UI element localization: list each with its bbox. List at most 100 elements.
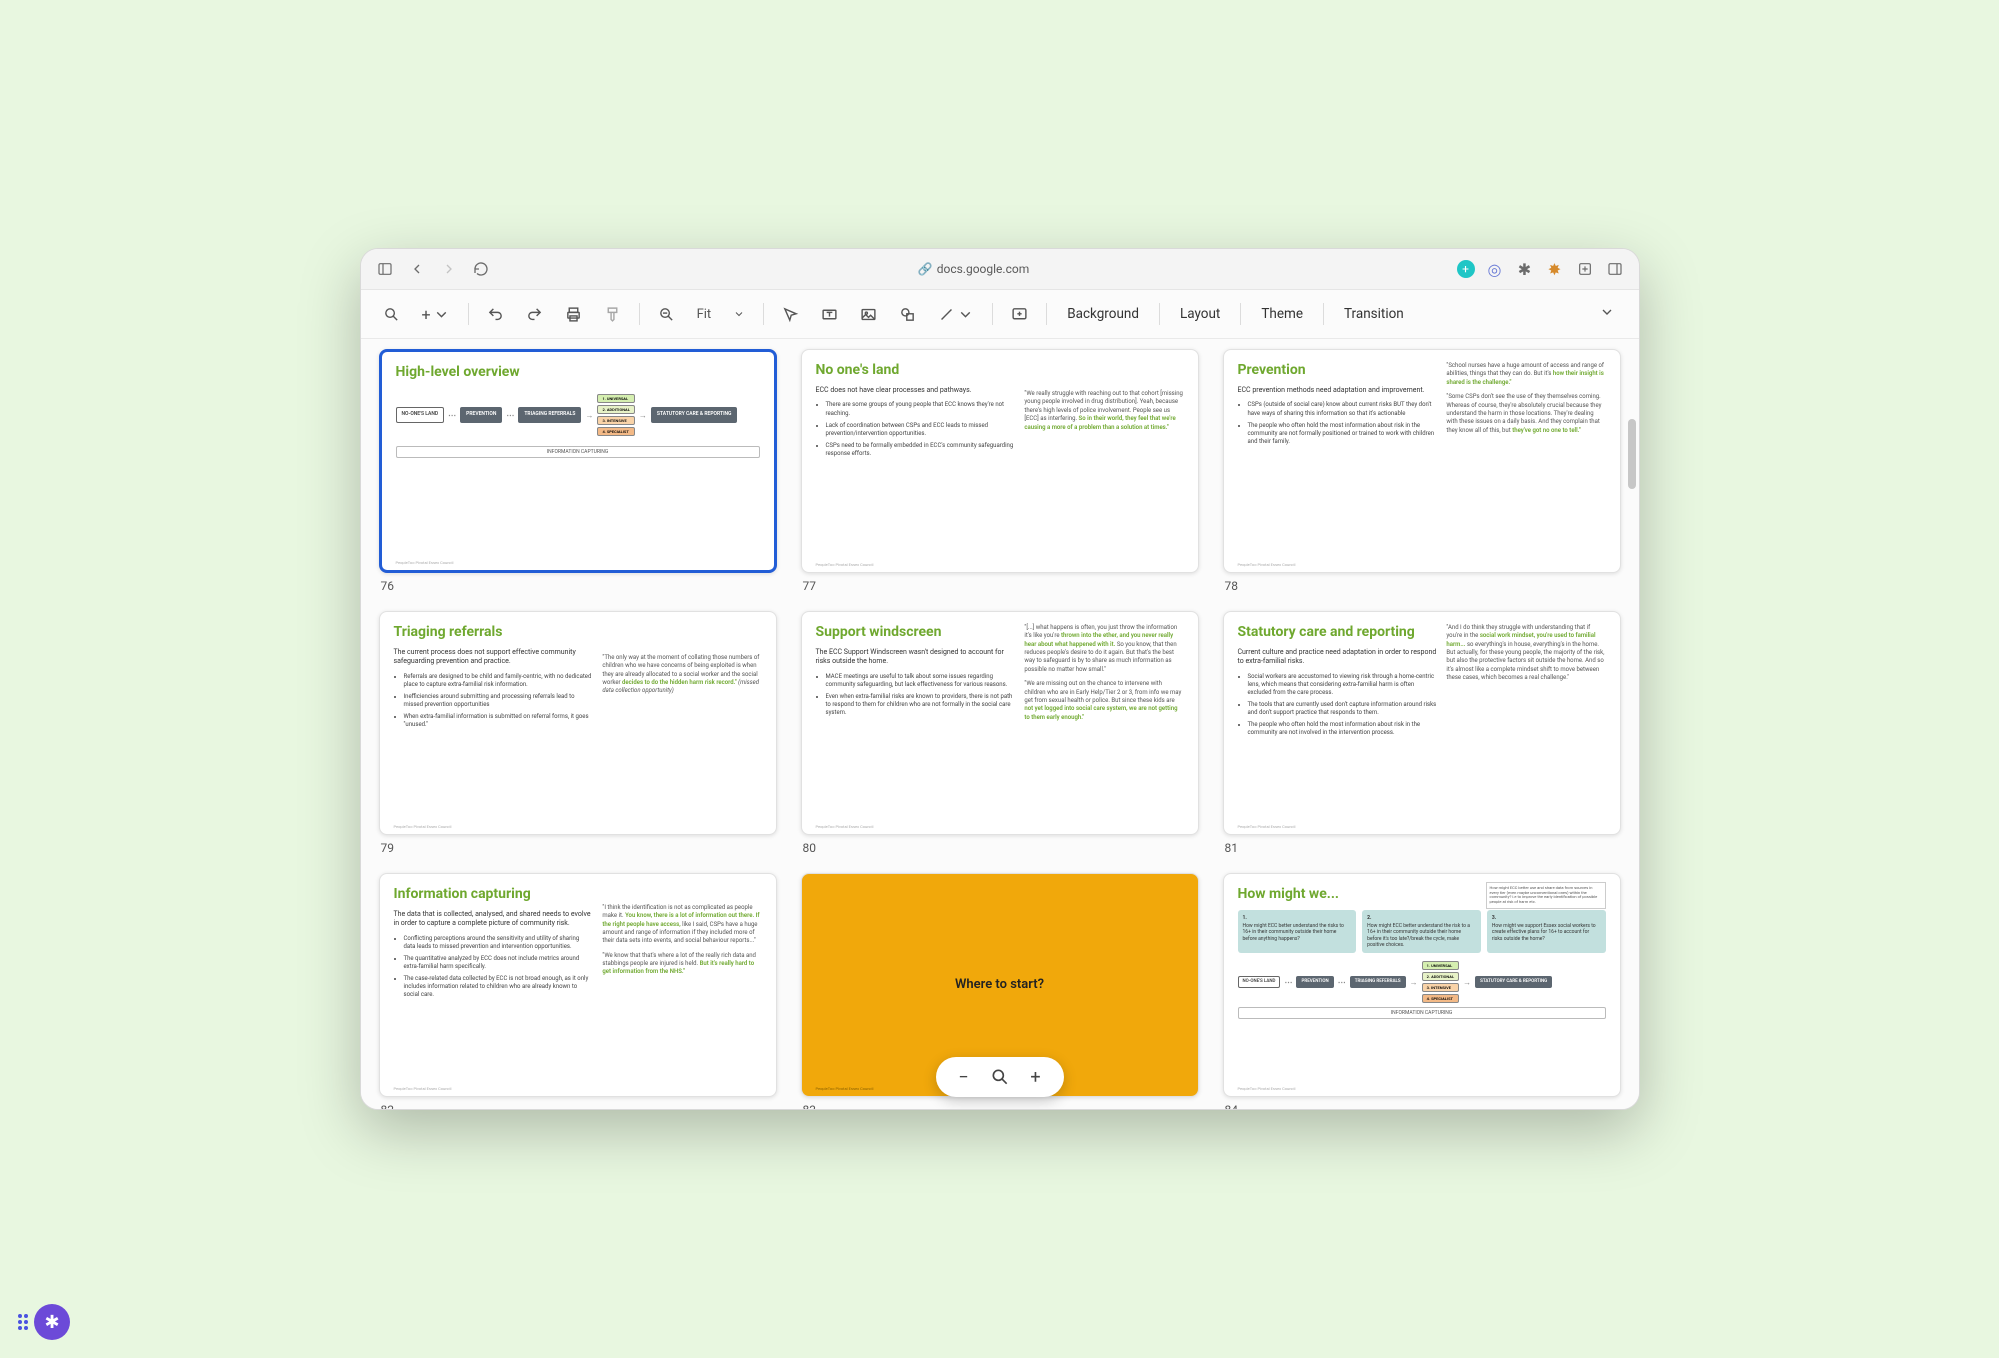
paint-format-icon[interactable] bbox=[596, 300, 629, 329]
list-item: CSPs (outside of social care) know about… bbox=[1248, 401, 1437, 417]
slide-subtitle: ECC prevention methods need adaptation a… bbox=[1238, 386, 1437, 395]
layout-button[interactable]: Layout bbox=[1170, 300, 1230, 328]
fab-group: ✱ bbox=[18, 1304, 70, 1340]
tier-tag: 1. UNIVERSAL bbox=[597, 394, 634, 403]
slide-82[interactable]: Information capturing The data that is c… bbox=[379, 873, 777, 1097]
slide-footer: PeopleToo Pivotal Essex Council bbox=[394, 824, 452, 829]
diagram-box: TRIAGING REFERRALS bbox=[1350, 976, 1406, 989]
cursor-icon[interactable] bbox=[774, 300, 807, 329]
zoom-plus-button[interactable]: + bbox=[1022, 1063, 1050, 1091]
slide-number: 80 bbox=[803, 841, 1199, 855]
transition-button[interactable]: Transition bbox=[1334, 300, 1414, 328]
redo-icon[interactable] bbox=[518, 300, 551, 329]
diagram-box: PREVENTION bbox=[1296, 976, 1333, 989]
slide-81[interactable]: Statutory care and reporting Current cul… bbox=[1223, 611, 1621, 835]
slide-subtitle: The current process does not support eff… bbox=[394, 648, 593, 667]
sidebar-toggle-icon[interactable] bbox=[375, 259, 395, 279]
slide-76[interactable]: High-level overview NO-ONE'S LAND ⋯ PREV… bbox=[379, 349, 777, 573]
shape-icon[interactable] bbox=[891, 300, 924, 329]
print-icon[interactable] bbox=[557, 300, 590, 329]
add-comment-icon[interactable] bbox=[1003, 300, 1036, 329]
bullet-list: Social workers are accustomed to viewing… bbox=[1238, 673, 1437, 738]
list-item: MACE meetings are useful to talk about s… bbox=[826, 673, 1015, 689]
slide-79[interactable]: Triaging referrals The current process d… bbox=[379, 611, 777, 835]
fab-grip-icon[interactable] bbox=[18, 1314, 28, 1330]
slide-title: Where to start? bbox=[955, 977, 1044, 992]
extension-icon-3[interactable]: ✱ bbox=[1515, 259, 1535, 279]
hmw-card: 2.How might ECC better understand the ri… bbox=[1362, 910, 1481, 953]
slide-84[interactable]: How might we... How might ECC better use… bbox=[1223, 873, 1621, 1097]
slide-80[interactable]: Support windscreen The ECC Support Winds… bbox=[801, 611, 1199, 835]
textbox-icon[interactable] bbox=[813, 300, 846, 329]
slide-number: 82 bbox=[381, 1103, 777, 1109]
image-icon[interactable] bbox=[852, 300, 885, 329]
share-icon[interactable] bbox=[1575, 259, 1595, 279]
list-item: Conflicting perceptions around the sensi… bbox=[404, 935, 593, 951]
zoom-reset-icon[interactable] bbox=[986, 1063, 1014, 1091]
bullet-list: CSPs (outside of social care) know about… bbox=[1238, 401, 1437, 445]
list-item: Lack of coordination between CSPs and EC… bbox=[826, 422, 1015, 438]
bullet-list: Conflicting perceptions around the sensi… bbox=[394, 935, 593, 1000]
slide-footer: PeopleToo Pivotal Essex Council bbox=[396, 560, 454, 565]
slide-number: 78 bbox=[1225, 579, 1621, 593]
undo-icon[interactable] bbox=[479, 300, 512, 329]
line-icon[interactable] bbox=[930, 300, 982, 329]
diagram-box: NO-ONE'S LAND bbox=[396, 407, 445, 423]
hmw-cards: 1.How might ECC better understand the ri… bbox=[1238, 910, 1606, 953]
list-item: CSPs need to be formally embedded in ECC… bbox=[826, 442, 1015, 458]
fab-button[interactable]: ✱ bbox=[34, 1304, 70, 1340]
tier-tag: 1. UNIVERSAL bbox=[1422, 961, 1459, 970]
quote: "The only way at the moment of collating… bbox=[602, 654, 761, 696]
list-item: When extra-familial information is submi… bbox=[404, 713, 593, 729]
slide-footer: PeopleToo Pivotal Essex Council bbox=[394, 1086, 452, 1091]
extension-badge-1[interactable]: + bbox=[1457, 260, 1475, 278]
slide-number: 84 bbox=[1225, 1103, 1621, 1109]
zoom-out-icon[interactable] bbox=[650, 300, 683, 329]
new-slide-button[interactable]: + bbox=[414, 299, 458, 330]
diagram: NO-ONE'S LAND ⋯ PREVENTION ⋯ TRIAGING RE… bbox=[396, 394, 760, 436]
slide-title: Prevention bbox=[1238, 362, 1437, 378]
slide-78[interactable]: Prevention ECC prevention methods need a… bbox=[1223, 349, 1621, 573]
slide-title: No one's land bbox=[816, 362, 1015, 378]
quote: "We know that that's where a lot of the … bbox=[602, 952, 761, 977]
forward-icon bbox=[439, 259, 459, 279]
zoom-select[interactable]: Fit bbox=[689, 303, 754, 326]
background-button[interactable]: Background bbox=[1057, 300, 1149, 328]
bullet-list: Referrals are designed to be child and f… bbox=[394, 673, 593, 730]
slide-footer: PeopleToo Pivotal Essex Council bbox=[1238, 562, 1296, 567]
quote: "School nurses have a huge amount of acc… bbox=[1446, 362, 1605, 387]
tier-tag: 2. ADDITIONAL bbox=[1422, 972, 1459, 981]
diagram-box: NO-ONE'S LAND bbox=[1238, 976, 1281, 989]
tier-tag: 3. INTENSIVE bbox=[597, 416, 634, 425]
list-item: Inefficiencies around submitting and pro… bbox=[404, 693, 593, 709]
list-item: The tools that are currently used don't … bbox=[1248, 701, 1437, 717]
bullet-list: There are some groups of young people th… bbox=[816, 401, 1015, 458]
slide-77[interactable]: No one's land ECC does not have clear pr… bbox=[801, 349, 1199, 573]
theme-button[interactable]: Theme bbox=[1251, 300, 1313, 328]
extension-icon-4[interactable]: ✸ bbox=[1545, 259, 1565, 279]
diagram-box: TRIAGING REFERRALS bbox=[518, 407, 581, 423]
slide-grid-area: High-level overview NO-ONE'S LAND ⋯ PREV… bbox=[361, 339, 1639, 1109]
info-bar: INFORMATION CAPTURING bbox=[396, 446, 760, 458]
quote: "I think the identification is not as co… bbox=[602, 904, 761, 946]
reload-icon[interactable] bbox=[471, 259, 491, 279]
slide-number: 76 bbox=[381, 579, 777, 593]
back-icon[interactable] bbox=[407, 259, 427, 279]
quote: "We really struggle with reaching out to… bbox=[1024, 390, 1183, 432]
zoom-minus-button[interactable]: − bbox=[950, 1063, 978, 1091]
browser-window: 🔗docs.google.com + ◎ ✱ ✸ + Fit Backgroun… bbox=[360, 248, 1640, 1110]
tabs-icon[interactable] bbox=[1605, 259, 1625, 279]
url-bar[interactable]: 🔗docs.google.com bbox=[503, 262, 1445, 276]
slide-title: High-level overview bbox=[396, 364, 760, 380]
list-item: The people who often hold the most infor… bbox=[1248, 721, 1437, 737]
diagram-box: STATUTORY CARE & REPORTING bbox=[1475, 976, 1552, 989]
slide-subtitle: The data that is collected, analysed, an… bbox=[394, 910, 593, 929]
list-item: Even when extra-familial risks are known… bbox=[826, 693, 1015, 717]
slide-title: Support windscreen bbox=[816, 624, 1015, 640]
search-icon[interactable] bbox=[375, 300, 408, 329]
scrollbar-thumb[interactable] bbox=[1628, 419, 1636, 489]
extension-icon-2[interactable]: ◎ bbox=[1485, 259, 1505, 279]
toolbar-collapse-icon[interactable] bbox=[1589, 298, 1625, 330]
diagram: NO-ONE'S LAND ⋯ PREVENTION ⋯ TRIAGING RE… bbox=[1238, 961, 1606, 1003]
list-item: Referrals are designed to be child and f… bbox=[404, 673, 593, 689]
